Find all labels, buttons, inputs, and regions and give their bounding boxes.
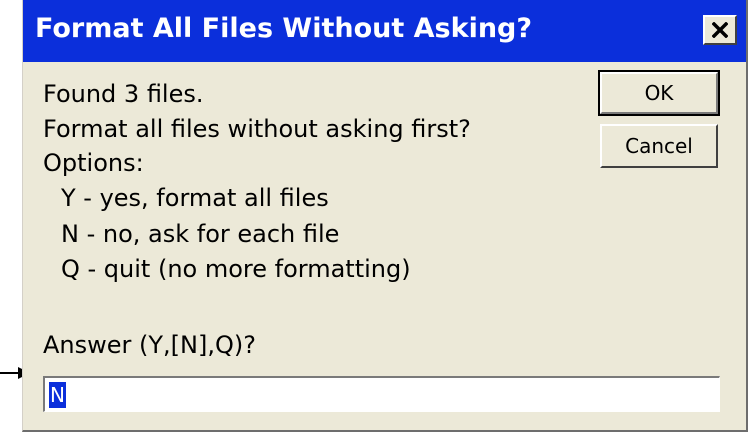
found-files-text: Found 3 files. xyxy=(43,80,204,108)
ok-button[interactable]: OK xyxy=(598,70,720,116)
answer-field[interactable]: N xyxy=(43,376,720,412)
screenshot-stage: Format All Files Without Asking? Found 3… xyxy=(0,0,749,435)
question-text: Format all files without asking first? xyxy=(43,115,471,143)
format-dialog: Format All Files Without Asking? Found 3… xyxy=(22,0,748,432)
cancel-button[interactable]: Cancel xyxy=(600,124,718,168)
close-icon xyxy=(712,22,728,38)
options-label: Options: xyxy=(43,149,144,177)
option-yes: Y - yes, format all files xyxy=(61,184,329,212)
answer-prompt: Answer (Y,[N],Q)? xyxy=(43,331,256,359)
option-no: N - no, ask for each file xyxy=(61,220,340,248)
close-button[interactable] xyxy=(703,15,737,45)
answer-input[interactable] xyxy=(49,381,709,407)
dialog-titlebar[interactable]: Format All Files Without Asking? xyxy=(23,0,746,62)
dialog-title: Format All Files Without Asking? xyxy=(35,13,533,44)
cancel-button-label: Cancel xyxy=(625,134,693,158)
ok-button-label: OK xyxy=(644,81,674,105)
option-quit: Q - quit (no more formatting) xyxy=(61,255,411,283)
